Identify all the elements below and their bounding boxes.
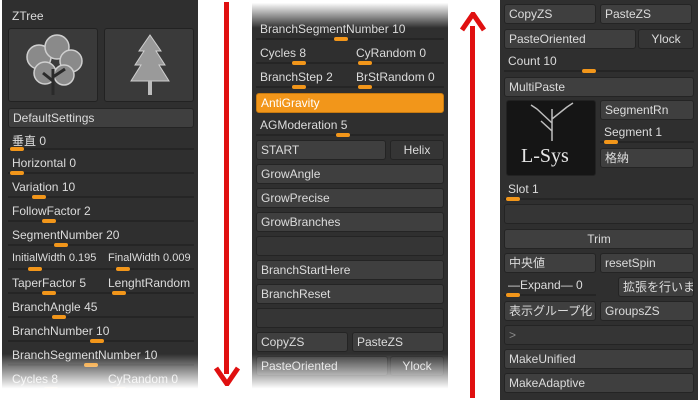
final-width-slider-label[interactable]: FinalWidth 0.009 — [108, 252, 191, 264]
start-button[interactable]: START — [256, 140, 386, 160]
segment-slider-label[interactable]: Segment 1 — [604, 125, 662, 139]
expand-slider-label[interactable]: —Expand— 0 — [508, 278, 583, 292]
segment-number-slider-label[interactable]: SegmentNumber 20 — [12, 228, 119, 242]
cy-random-slider-label[interactable]: CyRandom 0 — [356, 46, 426, 60]
branch-reset-button[interactable]: BranchReset — [256, 284, 444, 304]
cycles-slider-knob[interactable] — [292, 61, 306, 65]
copy-zs-button[interactable]: CopyZS — [256, 332, 348, 352]
show-group-button[interactable]: 表示グループ化 — [504, 301, 596, 321]
groups-zs-button[interactable]: GroupsZS — [600, 301, 694, 321]
variation-slider-knob[interactable] — [32, 195, 46, 199]
tree-preset-conifer[interactable] — [104, 28, 194, 102]
trim-button[interactable]: Trim — [504, 229, 694, 249]
paste-zs-button[interactable]: PasteZS — [352, 332, 444, 352]
cycles-slider-label[interactable]: Cycles 8 — [12, 372, 58, 386]
reset-spin-button[interactable]: resetSpin — [600, 253, 694, 273]
cycles-slider-knob[interactable] — [44, 387, 58, 391]
branch-segment-number-slider-knob[interactable] — [84, 363, 98, 367]
panel-title: ZTree — [12, 9, 44, 23]
cy-random-slider-knob[interactable] — [112, 387, 126, 391]
branch-segment-number-slider-label[interactable]: BranchSegmentNumber 10 — [260, 22, 405, 36]
cy-random-slider-label[interactable]: CyRandom 0 — [108, 372, 178, 386]
taper-factor-slider-knob[interactable] — [42, 291, 56, 295]
final-width-slider-knob[interactable] — [116, 267, 130, 271]
tree-preset-broadleaf[interactable] — [8, 28, 98, 102]
ylock-button[interactable]: Ylock — [638, 29, 694, 49]
horizontal-slider-knob[interactable] — [10, 171, 24, 175]
taper-factor-slider-label[interactable]: TaperFactor 5 — [12, 276, 86, 290]
ylock-button[interactable]: Ylock — [390, 356, 444, 376]
store-button[interactable]: 格納 — [600, 148, 694, 168]
branch-angle-slider-label[interactable]: BranchAngle 45 — [12, 300, 97, 314]
center-axis-button[interactable]: 中央値 — [504, 253, 596, 273]
empty-slot — [256, 308, 444, 328]
initial-width-slider-label[interactable]: InitialWidth 0.195 — [12, 252, 96, 264]
vertical-slider-knob[interactable] — [10, 147, 24, 151]
empty-slot — [256, 236, 444, 256]
anti-gravity-button[interactable]: AntiGravity — [256, 93, 444, 113]
scroll-up-arrow — [470, 26, 475, 398]
cy-random-slider-knob[interactable] — [358, 61, 372, 65]
grow-angle-button[interactable]: GrowAngle — [256, 164, 444, 184]
segment-slider-knob[interactable] — [604, 140, 618, 144]
branch-segment-number-slider-knob[interactable] — [334, 37, 348, 41]
slot-slider-label[interactable]: Slot 1 — [508, 182, 539, 196]
branch-start-here-button[interactable]: BranchStartHere — [256, 260, 444, 280]
ag-moderation-slider-knob[interactable] — [336, 133, 350, 137]
paste-oriented-button[interactable]: PasteOriented — [504, 29, 636, 49]
make-adaptive-button[interactable]: MakeAdaptive — [504, 373, 694, 393]
make-unified-button[interactable]: MakeUnified — [504, 349, 694, 369]
ztree-panel-middle: BranchSegmentNumber 10 Cycles 8 CyRandom… — [252, 0, 448, 400]
br-st-random-slider-label[interactable]: BrStRandom 0 — [356, 70, 435, 84]
length-random-slider-knob[interactable] — [112, 291, 126, 295]
l-sys-logo-text: L-Sys — [521, 145, 569, 167]
helix-button[interactable]: Helix — [390, 140, 444, 160]
expand-button[interactable]: 拡張を行います — [618, 277, 694, 297]
default-settings-button[interactable]: DefaultSettings — [8, 108, 194, 128]
variation-slider-label[interactable]: Variation 10 — [12, 180, 75, 194]
br-st-random-slider-knob[interactable] — [358, 85, 372, 89]
conifer-tree-icon — [130, 34, 170, 95]
ztree-panel-right: CopyZS PasteZS PasteOriented Ylock Count… — [500, 0, 698, 400]
expand-chevron-button[interactable]: > — [504, 325, 694, 345]
grow-branches-button[interactable]: GrowBranches — [256, 212, 444, 232]
cycles-slider-label[interactable]: Cycles 8 — [260, 46, 306, 60]
l-sys-logo[interactable]: L-Sys — [506, 100, 596, 176]
branch-number-slider-label[interactable]: BranchNumber 10 — [12, 324, 109, 338]
paste-oriented-button[interactable]: PasteOriented — [256, 356, 388, 376]
follow-factor-slider-knob[interactable] — [42, 219, 56, 223]
paste-zs-button[interactable]: PasteZS — [600, 4, 692, 24]
branch-segment-number-slider-label[interactable]: BranchSegmentNumber 10 — [12, 348, 157, 362]
initial-width-slider-knob[interactable] — [28, 267, 42, 271]
grow-precise-button[interactable]: GrowPrecise — [256, 188, 444, 208]
expand-slider-knob[interactable] — [506, 293, 520, 297]
ag-moderation-slider-label[interactable]: AGModeration 5 — [260, 118, 347, 132]
arrow-down-icon — [214, 366, 240, 386]
segment-number-slider-knob[interactable] — [54, 243, 68, 247]
follow-factor-slider-label[interactable]: FollowFactor 2 — [12, 204, 91, 218]
branch-step-slider-knob[interactable] — [292, 85, 306, 89]
count-slider-knob[interactable] — [582, 69, 596, 73]
count-slider-label[interactable]: Count 10 — [508, 54, 557, 68]
broadleaf-tree-icon — [26, 34, 83, 95]
scroll-down-arrow — [224, 2, 229, 374]
copy-zs-button[interactable]: CopyZS — [504, 4, 596, 24]
empty-slot — [504, 204, 694, 224]
branch-step-slider-label[interactable]: BranchStep 2 — [260, 70, 333, 84]
slot-slider-knob[interactable] — [506, 197, 520, 201]
multi-paste-button[interactable]: MultiPaste — [504, 77, 694, 97]
arrow-up-icon — [460, 12, 486, 32]
branch-number-slider-knob[interactable] — [90, 339, 104, 343]
ztree-panel-left: ZTree DefaultSettings 垂直 0 Horizontal 0 … — [2, 0, 198, 400]
horizontal-slider-label[interactable]: Horizontal 0 — [12, 156, 76, 170]
branch-angle-slider-knob[interactable] — [52, 315, 66, 319]
length-random-slider-label[interactable]: LenghtRandom — [108, 276, 190, 290]
segment-rn-button[interactable]: SegmentRn — [600, 100, 694, 120]
